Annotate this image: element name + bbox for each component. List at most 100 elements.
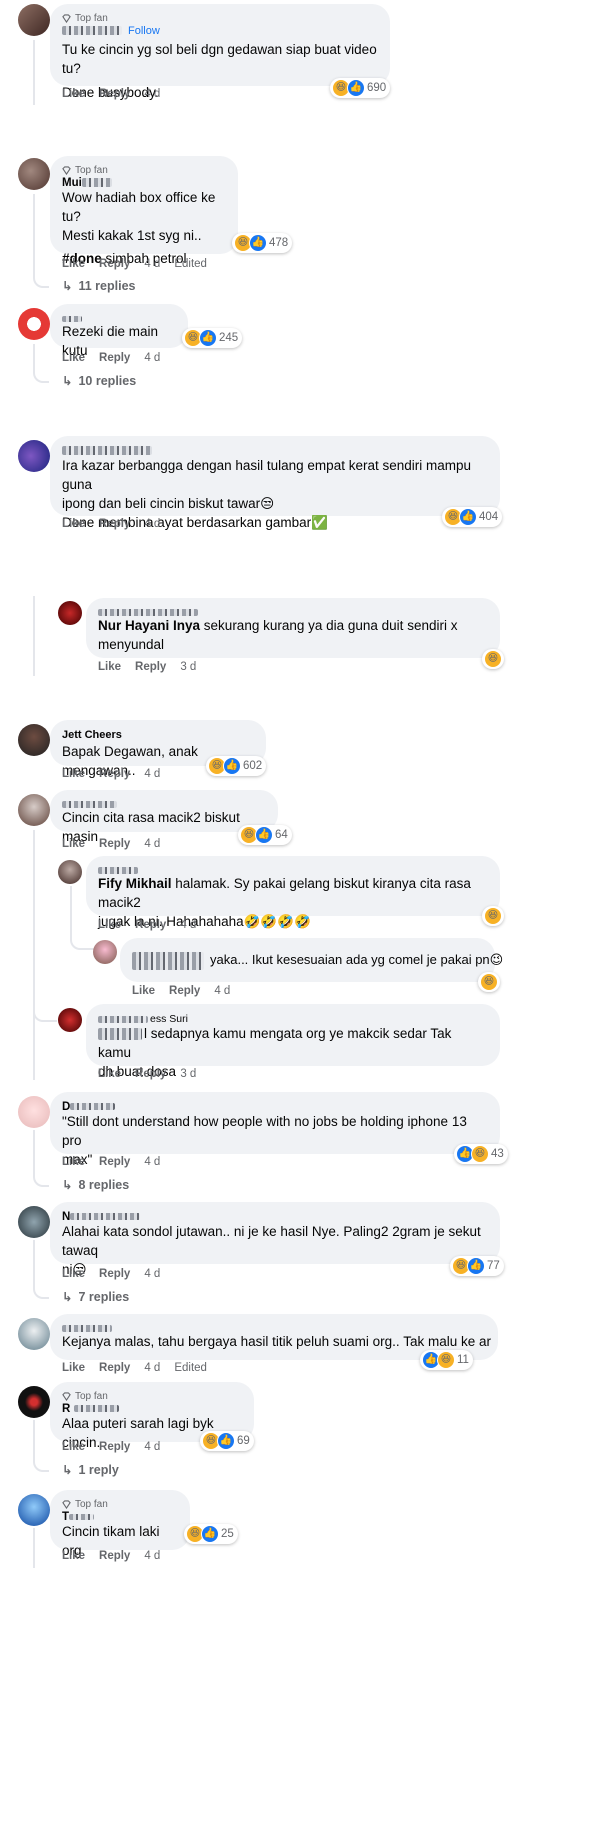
reply-button[interactable]: Reply xyxy=(99,1268,130,1280)
like-thumb-icon: 👍 xyxy=(255,826,273,844)
reaction-count[interactable]: 😆 xyxy=(482,906,504,926)
commenter-name[interactable] xyxy=(62,444,488,456)
reaction-count[interactable]: 😆 👍 245 xyxy=(182,328,243,348)
reply-button[interactable]: Reply xyxy=(99,838,130,850)
reply-button[interactable]: Reply xyxy=(99,258,130,270)
timestamp[interactable]: 4 d xyxy=(144,768,160,780)
reaction-count[interactable]: 😆 xyxy=(482,649,504,669)
avatar[interactable] xyxy=(58,601,82,625)
like-button[interactable]: Like xyxy=(98,661,121,673)
avatar[interactable] xyxy=(18,158,50,190)
avatar[interactable] xyxy=(93,940,117,964)
reply-button[interactable]: Reply xyxy=(99,352,130,364)
commenter-name[interactable]: T xyxy=(62,1510,178,1522)
like-button[interactable]: Like xyxy=(62,1441,85,1453)
commenter-name[interactable]: Follow xyxy=(62,24,378,38)
commenter-name[interactable]: D xyxy=(62,1100,488,1112)
timestamp[interactable]: 3 d xyxy=(180,661,196,673)
like-button[interactable]: Like xyxy=(62,88,85,100)
timestamp[interactable]: 4 d xyxy=(144,838,160,850)
reply-button[interactable]: Reply xyxy=(99,88,130,100)
timestamp[interactable]: 4 d xyxy=(144,258,160,270)
timestamp[interactable]: 4 d xyxy=(144,518,160,530)
avatar[interactable] xyxy=(18,724,50,756)
like-button[interactable]: Like xyxy=(62,768,85,780)
reply-button[interactable]: Reply xyxy=(99,1550,130,1562)
reaction-count[interactable]: 😆 👍 602 xyxy=(206,756,267,776)
timestamp[interactable]: 4 d xyxy=(144,352,160,364)
commenter-name[interactable] xyxy=(98,606,488,616)
timestamp[interactable]: 4 d xyxy=(214,985,230,997)
view-replies-button[interactable]: ↳ 10 replies xyxy=(62,373,136,389)
timestamp[interactable]: 4 d xyxy=(144,1550,160,1562)
reaction-count[interactable]: 😆 👍 25 xyxy=(184,1524,238,1544)
reply-button[interactable]: Reply xyxy=(135,661,166,673)
commenter-name[interactable]: Jett Cheers xyxy=(62,728,254,742)
reaction-count[interactable]: 😆 👍 478 xyxy=(232,233,293,253)
avatar[interactable] xyxy=(18,4,50,36)
timestamp[interactable]: 4 d xyxy=(144,1362,160,1374)
mention-link[interactable]: Nur Hayani Inya xyxy=(98,618,200,633)
commenter-name[interactable] xyxy=(132,951,204,970)
avatar[interactable] xyxy=(58,1008,82,1032)
reaction-count[interactable]: 😆 👍 404 xyxy=(442,507,503,527)
view-replies-button[interactable]: ↳ 11 replies xyxy=(62,278,135,294)
reply-button[interactable]: Reply xyxy=(169,985,200,997)
reply-button[interactable]: Reply xyxy=(99,1441,130,1453)
avatar[interactable] xyxy=(18,308,50,340)
reaction-count[interactable]: 😆 👍 77 xyxy=(450,1256,504,1276)
commenter-name[interactable] xyxy=(62,1322,486,1332)
reaction-count[interactable]: 😆 👍 69 xyxy=(200,1431,254,1451)
timestamp[interactable]: 4 d xyxy=(144,1268,160,1280)
commenter-name[interactable]: ess Suri xyxy=(98,1012,488,1025)
avatar[interactable] xyxy=(18,1494,50,1526)
timestamp[interactable]: 4 d xyxy=(144,1156,160,1168)
reply-button[interactable]: Reply xyxy=(135,919,166,931)
follow-link[interactable]: Follow xyxy=(128,25,160,37)
haha-emoji-icon: 😆 xyxy=(437,1351,455,1369)
reaction-count[interactable]: 😆 xyxy=(478,972,500,992)
reply-button[interactable]: Reply xyxy=(135,1068,166,1080)
reply-button[interactable]: Reply xyxy=(99,768,130,780)
thread-line xyxy=(33,830,57,1022)
reaction-count[interactable]: 😆 👍 64 xyxy=(238,825,292,845)
reaction-count[interactable]: 👍 😆 43 xyxy=(454,1144,508,1164)
reply-button[interactable]: Reply xyxy=(99,518,130,530)
commenter-name[interactable] xyxy=(62,312,176,322)
reply-button[interactable]: Reply xyxy=(99,1362,130,1374)
avatar[interactable] xyxy=(58,860,82,884)
like-button[interactable]: Like xyxy=(62,838,85,850)
timestamp[interactable]: 4 d xyxy=(144,1441,160,1453)
avatar[interactable] xyxy=(18,1096,50,1128)
like-button[interactable]: Like xyxy=(62,1362,85,1374)
mention-link[interactable]: Fify Mikhail xyxy=(98,876,172,891)
like-button[interactable]: Like xyxy=(62,1550,85,1562)
avatar[interactable] xyxy=(18,1386,50,1418)
view-replies-button[interactable]: ↳ 7 replies xyxy=(62,1289,129,1305)
avatar[interactable] xyxy=(18,1318,50,1350)
like-button[interactable]: Like xyxy=(62,1156,85,1168)
reaction-count[interactable]: 👍 😆 11 xyxy=(420,1350,473,1370)
view-replies-button[interactable]: ↳ 1 reply xyxy=(62,1462,119,1478)
commenter-name[interactable] xyxy=(62,798,266,808)
reaction-count[interactable]: 😆 👍 690 xyxy=(330,78,391,98)
commenter-name[interactable]: R xyxy=(62,1402,242,1414)
view-replies-button[interactable]: ↳ 8 replies xyxy=(62,1177,129,1193)
like-button[interactable]: Like xyxy=(62,518,85,530)
timestamp[interactable]: 4 d xyxy=(180,919,196,931)
avatar[interactable] xyxy=(18,794,50,826)
commenter-name[interactable] xyxy=(98,864,488,874)
like-button[interactable]: Like xyxy=(132,985,155,997)
timestamp[interactable]: 4 d xyxy=(144,88,160,100)
like-button[interactable]: Like xyxy=(62,1268,85,1280)
like-button[interactable]: Like xyxy=(62,352,85,364)
like-button[interactable]: Like xyxy=(98,919,121,931)
like-button[interactable]: Like xyxy=(62,258,85,270)
avatar[interactable] xyxy=(18,1206,50,1238)
like-button[interactable]: Like xyxy=(98,1068,121,1080)
timestamp[interactable]: 3 d xyxy=(180,1068,196,1080)
commenter-name[interactable]: Mui xyxy=(62,176,226,188)
reply-button[interactable]: Reply xyxy=(99,1156,130,1168)
commenter-name[interactable]: N xyxy=(62,1210,488,1222)
avatar[interactable] xyxy=(18,440,50,472)
